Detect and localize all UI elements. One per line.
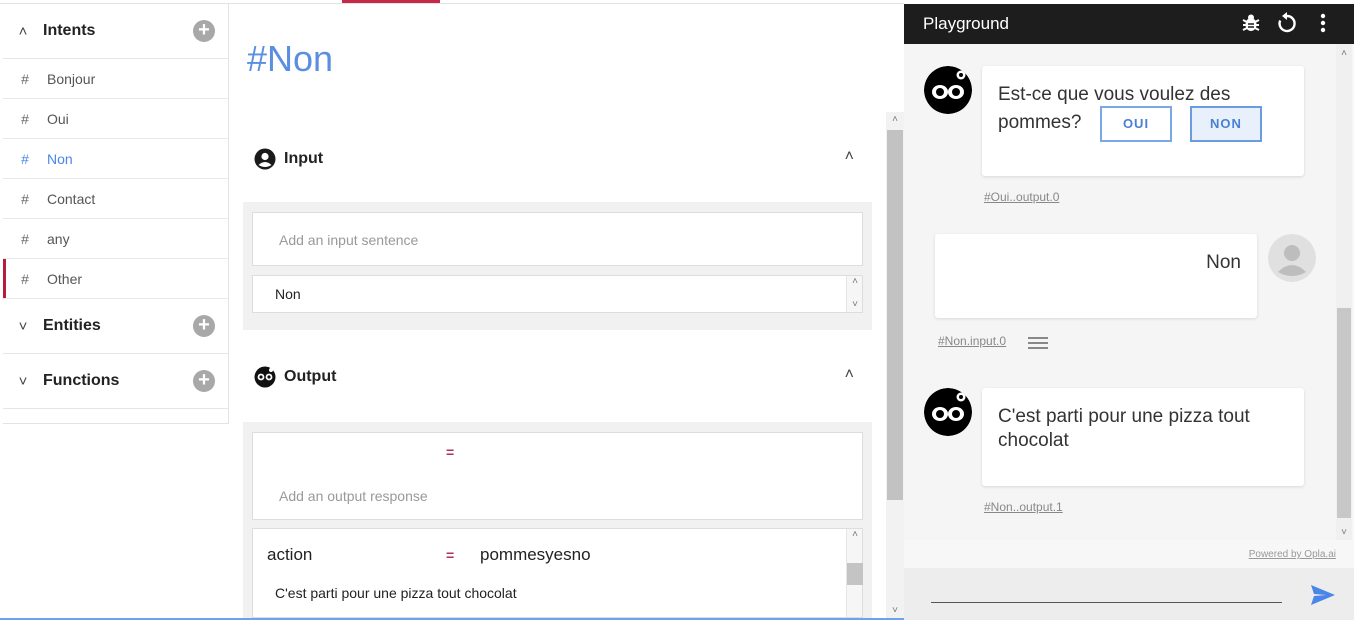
add-entity-icon[interactable]: + — [193, 315, 215, 337]
scrollbar-thumb[interactable] — [887, 130, 903, 500]
hash-icon: # — [21, 270, 29, 287]
hash-icon: # — [21, 150, 29, 167]
sidebar-item-label: Bonjour — [47, 70, 96, 87]
action-key: action — [267, 545, 313, 564]
output-response-field[interactable]: = Add an output response — [252, 432, 863, 520]
powered-by-link[interactable]: Powered by Opla.ai — [1249, 549, 1336, 560]
chevron-down-icon[interactable]: ˅ — [3, 318, 43, 335]
bot-message-bubble: C'est parti pour une pizza tout chocolat — [982, 388, 1304, 486]
sidebar: ˄ Intents + # Bonjour # Oui # Non # Cont… — [3, 4, 229, 424]
bot-avatar-icon — [924, 388, 972, 436]
playground-header: Playground — [904, 4, 1354, 44]
scroll-up-icon[interactable]: ˄ — [1336, 48, 1352, 59]
sidebar-item-oui[interactable]: # Oui — [3, 99, 228, 139]
bot-face-icon — [254, 366, 276, 388]
message-intent-link[interactable]: #Non..output.1 — [984, 500, 1063, 514]
chevron-up-icon[interactable]: ˄ — [845, 366, 854, 384]
equals-symbol: = — [446, 547, 455, 563]
scroll-up-icon[interactable]: ˄ — [886, 114, 904, 125]
send-icon[interactable] — [1310, 584, 1336, 606]
more-vert-icon[interactable] — [1312, 12, 1334, 34]
message-input[interactable] — [931, 602, 1282, 603]
chat-scrollbar[interactable]: ˄ ˅ — [1336, 44, 1352, 540]
output-panel-header[interactable]: Output ˄ — [254, 362, 874, 392]
scroll-up-icon[interactable]: ˄ — [847, 529, 863, 540]
main-scrollbar[interactable]: ˄ ˅ — [886, 112, 904, 618]
sidebar-item-label: Other — [47, 270, 83, 287]
sidebar-item-contact[interactable]: # Contact — [3, 179, 228, 219]
output-heading: Output — [284, 368, 337, 385]
sidebar-item-any[interactable]: # any — [3, 219, 228, 259]
user-message-bubble: Non — [935, 234, 1257, 318]
choice-button-non[interactable]: NON — [1190, 106, 1262, 142]
refresh-icon[interactable] — [1276, 12, 1298, 34]
active-tab-indicator — [342, 0, 440, 3]
scroll-down-icon[interactable]: ˅ — [1336, 527, 1352, 538]
user-circle-icon — [254, 148, 276, 170]
hash-icon: # — [21, 70, 29, 87]
message-text-line: pommes? — [998, 112, 1082, 133]
chevron-up-icon[interactable]: ˄ — [3, 23, 43, 40]
hash-icon: # — [21, 230, 29, 247]
scrollbar-thumb[interactable] — [1337, 308, 1351, 518]
sidebar-item-label: any — [47, 230, 70, 247]
message-text-line: Est-ce que vous voulez des — [998, 84, 1231, 105]
input-sentence-field[interactable]: Add an input sentence — [252, 212, 863, 266]
add-intent-icon[interactable]: + — [193, 20, 215, 42]
bot-avatar-icon — [924, 66, 972, 114]
input-sentence-value: Non — [275, 286, 301, 302]
message-intent-link[interactable]: #Oui..output.0 — [984, 190, 1059, 204]
page-title: #Non — [247, 38, 334, 79]
sidebar-item-other[interactable]: # Other — [3, 259, 228, 299]
input-panel-body: Add an input sentence Non ˄ ˅ — [243, 202, 872, 330]
output-response-placeholder: Add an output response — [279, 488, 428, 504]
functions-section-header[interactable]: ˅ Functions + — [3, 354, 228, 409]
output-panel-body: = Add an output response action = pommes… — [243, 422, 872, 618]
equals-symbol: = — [446, 444, 455, 460]
intents-section-header[interactable]: ˄ Intents + — [3, 4, 228, 59]
intents-title: Intents — [43, 22, 96, 39]
message-text-line: C'est parti pour une pizza tout — [998, 406, 1250, 427]
sidebar-item-label: Oui — [47, 110, 69, 127]
output-response-row[interactable]: action = pommesyesno C'est parti pour un… — [252, 528, 863, 618]
scroll-down-icon[interactable]: ˅ — [886, 605, 904, 616]
sidebar-item-non[interactable]: # Non — [3, 139, 228, 179]
sentence-list-scrollbar[interactable]: ˄ ˅ — [846, 276, 862, 312]
output-response-text: C'est parti pour une pizza tout chocolat — [275, 585, 517, 601]
playground-title: Playground — [923, 14, 1010, 33]
scrollbar-thumb[interactable] — [847, 563, 863, 585]
input-heading: Input — [284, 150, 324, 167]
message-composer — [904, 568, 1354, 620]
app-root: ˄ Intents + # Bonjour # Oui # Non # Cont… — [0, 0, 1354, 620]
user-avatar-icon — [1268, 234, 1316, 282]
scroll-up-icon[interactable]: ˄ — [847, 276, 863, 287]
choice-button-oui[interactable]: OUI — [1100, 106, 1172, 142]
bug-icon[interactable] — [1240, 12, 1262, 34]
scroll-down-icon[interactable]: ˅ — [847, 299, 863, 310]
sidebar-item-bonjour[interactable]: # Bonjour — [3, 59, 228, 99]
input-panel-header[interactable]: Input ˄ — [254, 144, 874, 174]
message-intent-link[interactable]: #Non.input.0 — [938, 334, 1006, 348]
playground-panel: Playground Est-ce que vous voulez des po… — [904, 4, 1354, 620]
hash-icon: # — [21, 110, 29, 127]
chat-messages: Est-ce que vous voulez des pommes? OUI N… — [904, 44, 1336, 540]
functions-title: Functions — [43, 372, 120, 389]
entities-section-header[interactable]: ˅ Entities + — [3, 299, 228, 354]
message-text-line: chocolat — [998, 430, 1069, 451]
action-value: pommesyesno — [480, 545, 591, 564]
chevron-up-icon[interactable]: ˄ — [845, 148, 854, 166]
input-sentence-placeholder: Add an input sentence — [279, 232, 419, 248]
message-text: Non — [1206, 252, 1241, 273]
add-function-icon[interactable]: + — [193, 370, 215, 392]
hash-icon: # — [21, 190, 29, 207]
sidebar-item-label: Non — [47, 150, 73, 167]
intent-editor: #Non Input ˄ Add an input sentence Non ˄… — [230, 4, 904, 620]
sidebar-item-label: Contact — [47, 190, 96, 207]
bot-message-bubble: Est-ce que vous voulez des pommes? OUI N… — [982, 66, 1304, 176]
entities-title: Entities — [43, 317, 101, 334]
response-list-scrollbar[interactable]: ˄ — [846, 529, 863, 617]
input-sentence-row[interactable]: Non ˄ ˅ — [252, 275, 863, 313]
list-icon[interactable] — [1028, 336, 1048, 350]
chevron-down-icon[interactable]: ˅ — [3, 373, 43, 390]
